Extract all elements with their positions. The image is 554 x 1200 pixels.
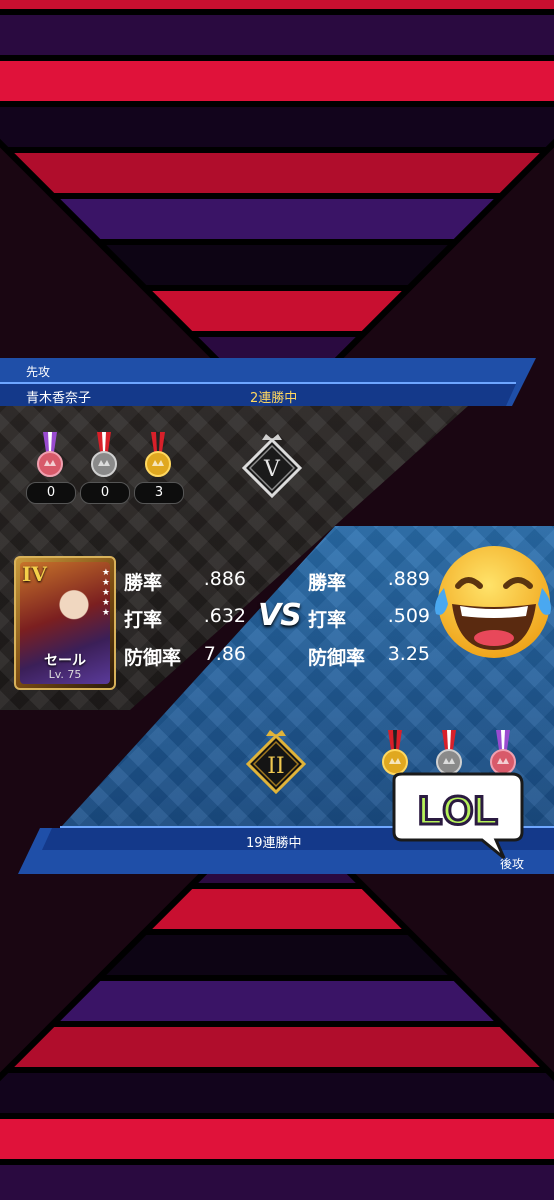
top-stat-label-win: 勝率 — [124, 572, 163, 594]
rank-emblem-icon: V — [241, 434, 303, 499]
bottom-stat-label-era: 防御率 — [308, 647, 366, 669]
star-icons: ★ ★ ★ ★ ★ — [101, 568, 110, 618]
red-medal-count: 0 — [80, 482, 130, 504]
top-win-streak: 2連勝中 — [250, 391, 298, 406]
red-medal-icon — [91, 432, 117, 477]
bottom-stat-label-avg: 打率 — [308, 609, 347, 631]
purple-medal-icon — [37, 432, 63, 477]
card-level: Lv. 75 — [48, 668, 82, 681]
player-card[interactable]: IV ★ ★ ★ ★ ★ セール Lv. 75 — [14, 556, 116, 690]
top-stat-value-win: .886 — [203, 568, 246, 590]
bottom-stat-value-avg: .509 — [387, 605, 430, 627]
gold-medal-icon — [145, 432, 171, 477]
card-rank: IV — [22, 562, 47, 586]
laughing-with-tears-emoji-icon — [435, 546, 551, 658]
divider — [0, 382, 516, 384]
rank-label: II — [267, 754, 284, 779]
bottom-stat-label-win: 勝率 — [308, 572, 347, 594]
purple-medal-count: 0 — [26, 482, 76, 504]
top-stat-value-avg: .632 — [203, 605, 246, 627]
card-player-name: セール — [44, 653, 86, 669]
bottom-stat-value-era: 3.25 — [387, 643, 430, 665]
top-player-name[interactable]: 青木香奈子 — [26, 387, 91, 406]
rank-emblem-icon: II — [245, 730, 307, 795]
bottom-win-streak: 19連勝中 — [246, 836, 302, 851]
top-turn-label: 先攻 — [26, 365, 51, 379]
rank-label: V — [263, 457, 281, 482]
lol-speech-bubble-sticker: LOL — [392, 772, 524, 860]
top-stat-value-era: 7.86 — [203, 643, 246, 665]
bottom-stat-value-win: .889 — [387, 568, 430, 590]
versus-label: VS — [258, 598, 302, 633]
top-stat-label-avg: 打率 — [124, 609, 163, 631]
top-stat-label-era: 防御率 — [124, 647, 182, 669]
lol-text: LOL — [418, 789, 498, 833]
gold-medal-count: 3 — [134, 482, 184, 504]
